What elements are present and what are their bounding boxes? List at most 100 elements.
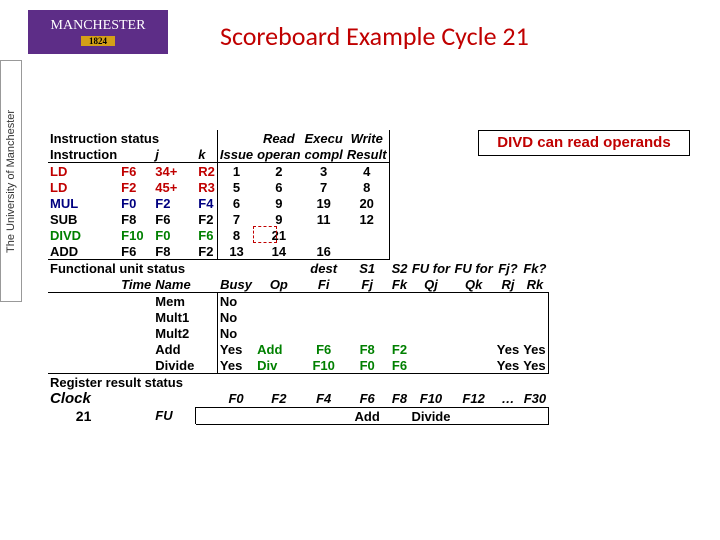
hdr-name: Name	[153, 276, 196, 292]
v	[409, 292, 452, 309]
hdr-j: j	[153, 146, 196, 162]
highlight-cell: 21	[255, 227, 302, 243]
v: F10	[303, 357, 345, 374]
slide-title: Scoreboard Example Cycle 21	[220, 20, 529, 52]
c	[345, 243, 390, 260]
d: F10	[119, 227, 153, 243]
fu-op	[255, 292, 302, 309]
v	[521, 325, 548, 341]
reg-label: F2	[255, 390, 302, 407]
hdr-clock: Clock	[48, 390, 119, 407]
fu-name: Divide	[153, 357, 196, 374]
v: Yes	[495, 341, 521, 357]
fu-busy: Yes	[217, 357, 255, 374]
hdr-exec: Execu	[303, 130, 345, 146]
v	[452, 309, 494, 325]
op: MUL	[48, 195, 119, 211]
j: 45+	[153, 179, 196, 195]
hdr-busy: Busy	[217, 276, 255, 292]
reg-val	[303, 407, 345, 424]
v	[495, 292, 521, 309]
v: F8	[345, 341, 390, 357]
logo-text: MANCHESTER	[51, 18, 146, 34]
reg-label: F12	[452, 390, 494, 407]
fu-busy: No	[217, 325, 255, 341]
fu-name: Mem	[153, 292, 196, 309]
v	[345, 325, 390, 341]
fu-busy: No	[217, 292, 255, 309]
hdr-fu: FU	[153, 407, 196, 424]
hdr-oper: operan	[255, 146, 302, 162]
v	[521, 309, 548, 325]
reg-label: F0	[217, 390, 255, 407]
hdr-reg-status: Register result status	[48, 374, 549, 390]
v: F6	[390, 357, 410, 374]
k: R3	[196, 179, 217, 195]
k: F2	[196, 211, 217, 227]
v	[303, 325, 345, 341]
v	[390, 325, 410, 341]
c: 7	[217, 211, 255, 227]
hdr-dest: dest	[303, 260, 345, 276]
logo-year: 1824	[81, 36, 115, 46]
j: F0	[153, 227, 196, 243]
hdr-op: Op	[255, 276, 302, 292]
clock-value: 21	[48, 407, 119, 424]
v	[521, 292, 548, 309]
fu-op: Div	[255, 357, 302, 374]
c	[303, 227, 345, 243]
c: 9	[255, 195, 302, 211]
reg-label: F6	[345, 390, 390, 407]
d: F8	[119, 211, 153, 227]
fu-op	[255, 325, 302, 341]
c	[345, 227, 390, 243]
fu-name: Add	[153, 341, 196, 357]
hdr-read: Read	[255, 130, 302, 146]
v	[303, 292, 345, 309]
reg-label: F8	[390, 390, 410, 407]
reg-label: …	[495, 390, 521, 407]
j: F6	[153, 211, 196, 227]
v	[452, 357, 494, 374]
op: DIVD	[48, 227, 119, 243]
c: 2	[255, 162, 302, 179]
c: 6	[217, 195, 255, 211]
reg-label: F30	[521, 390, 548, 407]
v	[345, 309, 390, 325]
c: 14	[255, 243, 302, 260]
c: 8	[217, 227, 255, 243]
c: 6	[255, 179, 302, 195]
c: 12	[345, 211, 390, 227]
v: Yes	[495, 357, 521, 374]
c: 7	[303, 179, 345, 195]
reg-label: F10	[409, 390, 452, 407]
reg-val: Divide	[409, 407, 452, 424]
op: LD	[48, 179, 119, 195]
hdr-issue: Issue	[217, 146, 255, 162]
hdr-qk: Qk	[452, 276, 494, 292]
c: 19	[303, 195, 345, 211]
op: LD	[48, 162, 119, 179]
fu-busy: No	[217, 309, 255, 325]
c: 4	[345, 162, 390, 179]
fu-name: Mult1	[153, 309, 196, 325]
c: 11	[303, 211, 345, 227]
v	[390, 292, 410, 309]
hdr-s2: S2	[390, 260, 410, 276]
hdr-fi: Fi	[303, 276, 345, 292]
v: F2	[390, 341, 410, 357]
v	[452, 341, 494, 357]
hdr-compl: compl	[303, 146, 345, 162]
k: F2	[196, 243, 217, 260]
fu-op: Add	[255, 341, 302, 357]
v	[495, 325, 521, 341]
v	[409, 357, 452, 374]
reg-val	[390, 407, 410, 424]
op: ADD	[48, 243, 119, 260]
hdr-instruction: Instruction	[48, 146, 119, 162]
v	[409, 309, 452, 325]
hdr-write: Write	[345, 130, 390, 146]
hdr-result: Result	[345, 146, 390, 162]
v: F6	[303, 341, 345, 357]
op: SUB	[48, 211, 119, 227]
